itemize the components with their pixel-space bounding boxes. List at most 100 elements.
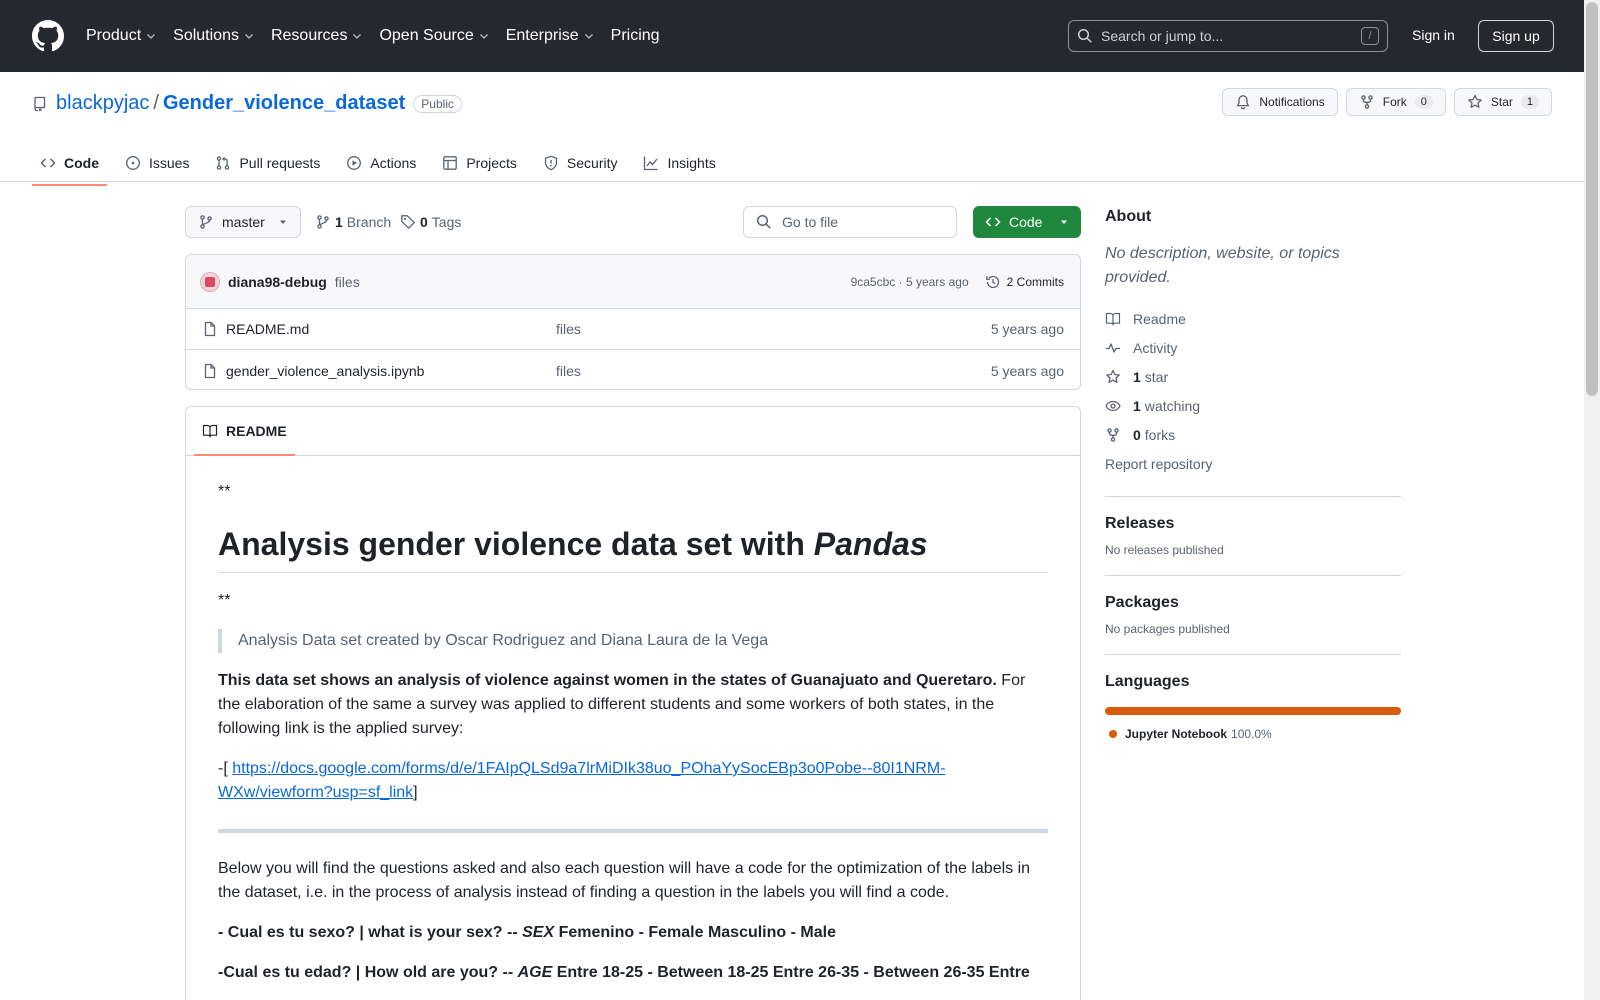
stars-count: 1 [1133, 368, 1141, 385]
github-logo-icon[interactable] [32, 20, 64, 52]
search-input[interactable]: Search or jump to... / [1068, 20, 1388, 52]
main-nav: Product Solutions Resources Open Source … [86, 27, 676, 45]
chevron-down-icon [245, 34, 253, 39]
languages-title: Languages [1105, 673, 1190, 690]
language-bar [1105, 707, 1401, 715]
scrollbar-thumb[interactable] [1586, 2, 1598, 396]
file-name-link[interactable]: README.md [226, 321, 556, 337]
sign-in-link[interactable]: Sign in [1412, 27, 1455, 43]
fork-button[interactable]: Fork 0 [1345, 88, 1446, 116]
branch-name: master [222, 214, 265, 230]
triangle-down-icon [1061, 220, 1067, 224]
tab-actions-label: Actions [370, 155, 417, 171]
packages-section: Packages No packages published [1105, 575, 1401, 636]
nav-pricing[interactable]: Pricing [611, 27, 660, 45]
tab-actions[interactable]: Actions [338, 144, 424, 182]
file-commit-message[interactable]: files [556, 321, 581, 337]
avatar[interactable] [200, 271, 220, 292]
readme-survey-link-line: -[ https://docs.google.com/forms/d/e/1FA… [218, 757, 1048, 805]
fork-count: 0 [1414, 95, 1433, 109]
readme-paragraph-questions: Below you will find the questions asked … [218, 860, 1031, 901]
repo-icon [34, 96, 46, 111]
code-download-button[interactable]: Code [973, 206, 1081, 238]
forks-label: forks [1144, 426, 1176, 443]
releases-title[interactable]: Releases [1105, 515, 1401, 533]
about-description: No description, website, or topics provi… [1105, 245, 1340, 286]
readme-link-label: Readme [1133, 310, 1186, 327]
table-row[interactable]: README.md files 5 years ago [186, 309, 1080, 350]
watchers-link[interactable]: 1 watching [1105, 391, 1401, 420]
repo-tabs: Code Issues Pull requests Actions Projec… [32, 144, 734, 186]
nav-open-source[interactable]: Open Source [379, 27, 489, 45]
readme-tab[interactable]: README [194, 407, 295, 456]
search-placeholder: Search or jump to... [1101, 28, 1224, 44]
report-repository-link[interactable]: Report repository [1105, 449, 1401, 478]
tab-projects[interactable]: Projects [434, 144, 525, 182]
tab-code[interactable]: Code [32, 144, 107, 186]
language-name: Jupyter Notebook [1125, 727, 1228, 741]
packages-title[interactable]: Packages [1105, 594, 1401, 612]
notifications-button[interactable]: Notifications [1222, 88, 1338, 116]
readme-link[interactable]: Readme [1105, 304, 1401, 333]
tab-issues[interactable]: Issues [117, 144, 197, 182]
question-age-code: AGE [517, 964, 553, 981]
language-item[interactable]: Jupyter Notebook 100.0% [1105, 727, 1401, 741]
commit-message[interactable]: files [335, 274, 360, 290]
forks-link[interactable]: 0 forks [1105, 420, 1401, 449]
commit-hash-time[interactable]: 9ca5cbc · 5 years ago [851, 275, 969, 289]
star-icon [1468, 94, 1482, 108]
search-icon [756, 214, 771, 229]
commits-history-link[interactable]: 2 Commits [985, 274, 1064, 290]
repo-name-link[interactable]: Gender_violence_dataset [163, 92, 405, 115]
chevron-down-icon [353, 34, 362, 39]
readme-panel: README ** Analysis gender violence data … [185, 406, 1081, 1000]
search-icon [1077, 28, 1092, 43]
code-button-label: Code [1009, 214, 1043, 230]
tab-pull-requests[interactable]: Pull requests [207, 144, 328, 182]
file-commit-message[interactable]: files [556, 363, 581, 379]
nav-solutions-label: Solutions [173, 27, 239, 44]
tab-pull-requests-label: Pull requests [239, 155, 321, 171]
tags-link[interactable]: 0 Tags [400, 214, 461, 230]
git-branch-icon [200, 215, 212, 229]
page-scrollbar[interactable] [1584, 0, 1600, 1000]
question-sex-code: SEX [522, 924, 555, 941]
readme-heading-emphasis: Pandas [813, 526, 928, 562]
star-button[interactable]: Star 1 [1453, 88, 1552, 116]
readme-heading-text: Analysis gender violence data set with [218, 526, 814, 562]
tab-security-label: Security [566, 155, 618, 171]
triangle-down-icon [280, 220, 286, 224]
nav-pricing-label: Pricing [610, 27, 660, 44]
language-percent: 100.0% [1231, 727, 1272, 741]
table-row[interactable]: gender_violence_analysis.ipynb files 5 y… [186, 350, 1080, 389]
nav-product[interactable]: Product [86, 27, 157, 45]
tag-label: Tags [431, 214, 462, 230]
readme-content: ** Analysis gender violence data set wit… [186, 456, 1080, 1000]
nav-solutions[interactable]: Solutions [173, 27, 255, 45]
readme-question-sex: - Cual es tu sexo? | what is your sex? -… [218, 921, 1048, 945]
stars-link[interactable]: 1 star [1105, 362, 1401, 391]
commit-author[interactable]: diana98-debug [228, 274, 327, 290]
file-icon [204, 363, 216, 378]
tag-icon [401, 215, 415, 229]
visibility-badge: Public [413, 94, 462, 113]
readme-intro-bold: This data set shows an analysis of viole… [218, 672, 997, 689]
tab-insights[interactable]: Insights [635, 144, 723, 182]
tab-security[interactable]: Security [535, 144, 626, 182]
global-header: Product Solutions Resources Open Source … [0, 0, 1584, 72]
code-icon [40, 158, 56, 168]
graph-icon [644, 156, 658, 171]
nav-enterprise[interactable]: Enterprise [506, 27, 595, 45]
activity-link[interactable]: Activity [1105, 333, 1401, 362]
survey-link[interactable]: https://docs.google.com/forms/d/e/1FAIpQ… [218, 760, 945, 801]
file-name-link[interactable]: gender_violence_analysis.ipynb [226, 363, 556, 379]
branch-selector[interactable]: master [185, 206, 301, 238]
about-title: About [1105, 208, 1152, 225]
branches-link[interactable]: 1 Branch [315, 214, 391, 230]
go-to-file-input[interactable]: Go to file [743, 206, 957, 238]
search-shortcut-key: / [1361, 27, 1379, 45]
sign-up-button[interactable]: Sign up [1478, 20, 1554, 52]
nav-resources[interactable]: Resources [271, 27, 363, 45]
repo-owner-link[interactable]: blackpyjac [56, 92, 149, 115]
readme-quote: Analysis Data set created by Oscar Rodri… [218, 629, 1048, 653]
